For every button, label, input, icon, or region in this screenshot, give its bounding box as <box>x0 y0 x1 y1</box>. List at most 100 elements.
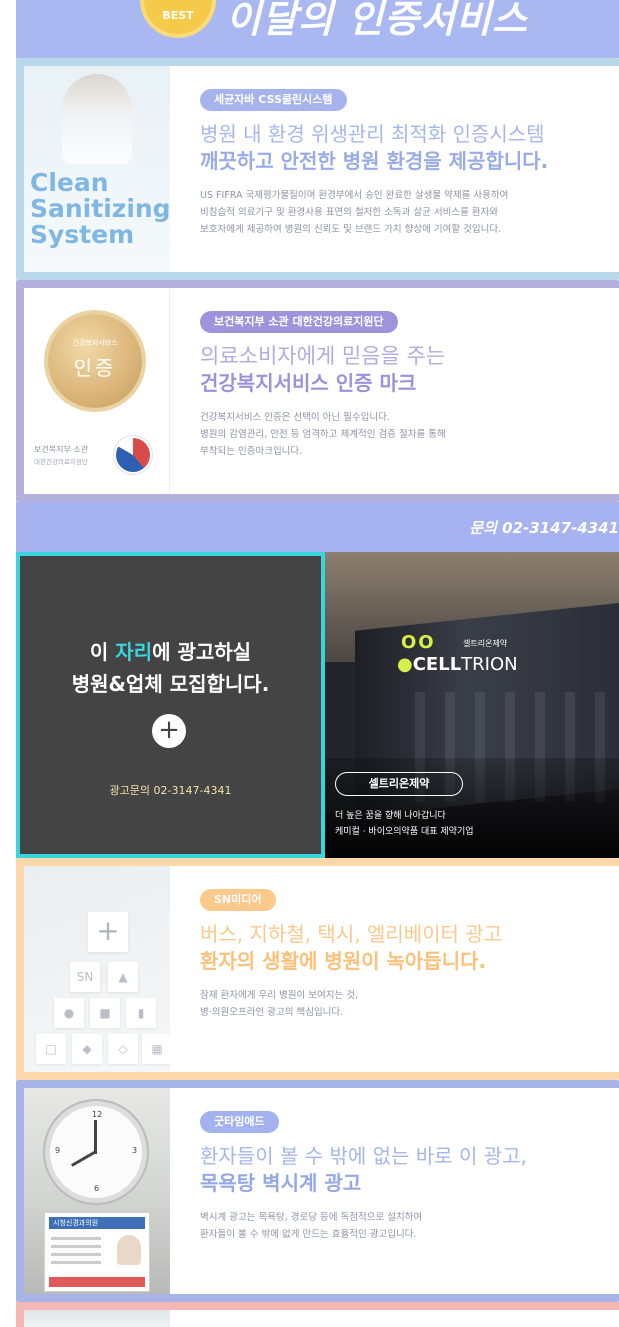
wall-clock-image: 12 3 6 9 시청신경과의원 <box>24 1088 170 1294</box>
sn-block: SN <box>70 962 100 992</box>
card-thumbnail <box>24 1310 170 1327</box>
card-description: 벽시계 광고는 목욕탕, 경로당 등에 독점적으로 설치하여 환자들이 볼 수 … <box>200 1209 611 1243</box>
card-subheadline: 깨끗하고 안전한 병원 환경을 제공합니다. <box>200 149 549 173</box>
poster-line <box>51 1261 101 1264</box>
service-card-clean-system[interactable]: Clean Sanitizing System 세균자바 CSS클린시스템 병원… <box>16 58 619 280</box>
clinic-poster: 시청신경과의원 <box>44 1212 150 1292</box>
plus-block-icon: + <box>88 912 128 952</box>
celltrion-ad[interactable]: OO 셀트리온제약 ●CELLTRION 셀트리온제약 더 높은 꿈을 향해 나… <box>325 552 619 858</box>
org-name: 보건복지부 소관 <box>34 445 89 454</box>
people-block-icon: ● <box>54 998 84 1028</box>
card-body: SN미디어 버스, 지하철, 택시, 엘리베이터 광고 환자의 생활에 병원이 … <box>200 888 611 1021</box>
provider-pill: SN미디어 <box>200 889 276 911</box>
provider-pill: 굿타임애드 <box>200 1111 279 1133</box>
card-description: US FIFRA 국제평가물질이며 환경부에서 승인 완료한 살생물 약제를 사… <box>200 187 611 238</box>
poster-line <box>51 1253 101 1256</box>
card-inner: 12 3 6 9 시청신경과의원 굿타임애드 환자들이 볼 수 밖에 없는 바로… <box>24 1088 619 1294</box>
best-badge: BEST <box>144 0 212 34</box>
clean-system-image: Clean Sanitizing System <box>24 66 170 272</box>
clock-hand <box>71 1150 97 1167</box>
clock-numeral: 12 <box>92 1110 103 1119</box>
logo-en-bold: CELL <box>412 654 462 675</box>
page: BEST 이달의 인증서비스 Clean Sanitizing System 세… <box>0 0 619 1327</box>
poster-head: 시청신경과의원 <box>49 1217 145 1229</box>
card-description: 건강복지서비스 인증은 선택이 아닌 필수입니다. 병원의 감염관리, 안전 등… <box>200 409 611 460</box>
desc-line: 병·의원오프라인 광고의 핵심입니다. <box>200 1007 344 1018</box>
poster-doctor-photo <box>117 1235 141 1265</box>
celltrion-caption: 케미컬 · 바이오의약품 대표 제약기업 <box>335 827 474 837</box>
ad-slot-line2: 병원&업체 모집합니다. <box>71 672 270 696</box>
clock-hand <box>94 1120 97 1154</box>
ad-slot-line1: 이 자리에 광고하실 <box>20 636 321 665</box>
clock-numeral: 3 <box>132 1146 138 1155</box>
next-card-edge <box>16 1302 619 1327</box>
service-card-good-time-ad[interactable]: 12 3 6 9 시청신경과의원 굿타임애드 환자들이 볼 수 밖에 없는 바로… <box>16 1080 619 1302</box>
card-inner: 건강복지서비스 인증 보건복지부 소관 대한건강의료지원단 보건복지부 소관 대… <box>24 288 619 494</box>
desc-line: 부착되는 인증마크입니다. <box>200 446 303 457</box>
ad-slot-recruit[interactable]: 이 자리에 광고하실 병원&업체 모집합니다. + 광고문의 02-3147-4… <box>16 552 325 858</box>
card-description: 잠재 환자에게 우리 병원이 보여지는 것, 병·의원오프라인 광고의 핵심입니… <box>200 987 611 1021</box>
monthly-service-banner: BEST 이달의 인증서비스 <box>16 0 619 58</box>
desc-line: 잠재 환자에게 우리 병원이 보여지는 것, <box>200 990 358 1001</box>
plus-icon[interactable]: + <box>152 714 186 748</box>
banner-title: 이달의 인증서비스 <box>226 0 528 41</box>
monitor-block-icon: □ <box>36 1034 66 1064</box>
clean-word: Clean <box>30 168 109 197</box>
provider-pill: 보건복지부 소관 대한건강의료지원단 <box>200 311 398 333</box>
clock-numeral: 6 <box>94 1184 100 1193</box>
ad-slot-line1-post: 에 광고하실 <box>152 640 252 664</box>
best-badge-label: BEST <box>162 9 194 22</box>
card-subheadline: 목욕탕 벽시계 광고 <box>200 1171 362 1195</box>
desc-line: 건강복지서비스 인증은 선택이 아닌 필수입니다. <box>200 412 390 423</box>
card-headline: 병원 내 환경 위생관리 최적화 인증시스템 <box>200 122 545 146</box>
chart-block-icon: ▲ <box>108 962 138 992</box>
medal-main-text: 인증 <box>73 356 117 380</box>
phone-block-icon: ▮ <box>126 998 156 1028</box>
logo-en-light: TRION <box>461 654 518 675</box>
card-body: 보건복지부 소관 대한건강의료지원단 의료소비자에게 믿음을 주는 건강복지서비… <box>200 310 611 460</box>
poster-line <box>51 1237 101 1240</box>
celltrion-caption: 더 높은 꿈을 향해 나아갑니다 <box>335 811 446 821</box>
train-block-icon: ◇ <box>108 1034 138 1064</box>
bus-block-icon: ■ <box>90 998 120 1028</box>
celltrion-logo-icon: OO <box>401 632 436 653</box>
celltrion-pill-button[interactable]: 셀트리온제약 <box>335 772 463 796</box>
card-inner: Clean Sanitizing System 세균자바 CSS클린시스템 병원… <box>24 66 619 272</box>
celltrion-logo-kr: 셀트리온제약 <box>463 639 508 648</box>
logo-dot-icon: ● <box>397 654 413 675</box>
desc-line: 비침습적 의료기구 및 환경사용 표면의 철저한 소독과 살균 서비스를 환자와 <box>200 207 499 218</box>
government-logo-icon <box>116 438 150 472</box>
card-subheadline: 환자의 생활에 병원이 녹아듭니다. <box>200 949 487 973</box>
medal-top-text: 건강복지서비스 <box>72 339 118 347</box>
sn-media-image: + SN ▲ ● ■ ▮ □ ◆ ◇ ▦ <box>24 866 170 1072</box>
clock-icon: 12 3 6 9 <box>50 1106 142 1198</box>
ad-slot-highlight: 자리 <box>115 640 153 664</box>
clock-numeral: 9 <box>55 1146 61 1155</box>
contact-strip: 문의 02-3147-4341 <box>16 502 619 552</box>
car-block-icon: ◆ <box>72 1034 102 1064</box>
contact-phone[interactable]: 문의 02-3147-4341 <box>469 517 619 538</box>
card-subheadline: 건강복지서비스 인증 마크 <box>200 371 417 395</box>
desc-line: 벽시계 광고는 목욕탕, 경로당 등에 독점적으로 설치하여 <box>200 1212 423 1223</box>
desc-line: 보호자에게 제공하여 병원의 신뢰도 및 브랜드 가치 향상에 기여할 것입니다… <box>200 224 502 235</box>
system-word: System <box>30 220 135 249</box>
service-card-certification[interactable]: 건강복지서비스 인증 보건복지부 소관 대한건강의료지원단 보건복지부 소관 대… <box>16 280 619 502</box>
poster-line <box>51 1245 101 1248</box>
card-headline: 환자들이 볼 수 밖에 없는 바로 이 광고, <box>200 1144 527 1168</box>
certification-image: 건강복지서비스 인증 보건복지부 소관 대한건강의료지원단 <box>24 288 170 494</box>
poster-footer <box>49 1277 145 1287</box>
sanitizing-word: Sanitizing <box>30 194 170 223</box>
provider-pill: 세균자바 CSS클린시스템 <box>200 89 347 111</box>
service-card-sn-media[interactable]: + SN ▲ ● ■ ▮ □ ◆ ◇ ▦ SN미디어 버스, 지하철, 택시, … <box>16 858 619 1080</box>
desc-line: 병원의 감염관리, 안전 등 엄격하고 체계적인 검증 절차를 통해 <box>200 429 446 440</box>
desc-line: 환자들이 볼 수 밖에 없게 만드는 효율적인 광고입니다. <box>200 1229 417 1240</box>
card-body: 굿타임애드 환자들이 볼 수 밖에 없는 바로 이 광고, 목욕탕 벽시계 광고… <box>200 1110 611 1243</box>
desc-line: US FIFRA 국제평가물질이며 환경부에서 승인 완료한 살생물 약제를 사… <box>200 190 509 201</box>
celltrion-logo-en: ●CELLTRION <box>397 654 518 675</box>
building-block-icon: ▦ <box>142 1034 170 1064</box>
card-headline: 의료소비자에게 믿음을 주는 <box>200 344 446 368</box>
doctor-photo <box>62 74 132 164</box>
card-inner: + SN ▲ ● ■ ▮ □ ◆ ◇ ▦ SN미디어 버스, 지하철, 택시, … <box>24 866 619 1072</box>
ad-inquiry-phone: 광고문의 02-3147-4341 <box>109 784 232 797</box>
card-headline: 버스, 지하철, 택시, 엘리베이터 광고 <box>200 922 503 946</box>
